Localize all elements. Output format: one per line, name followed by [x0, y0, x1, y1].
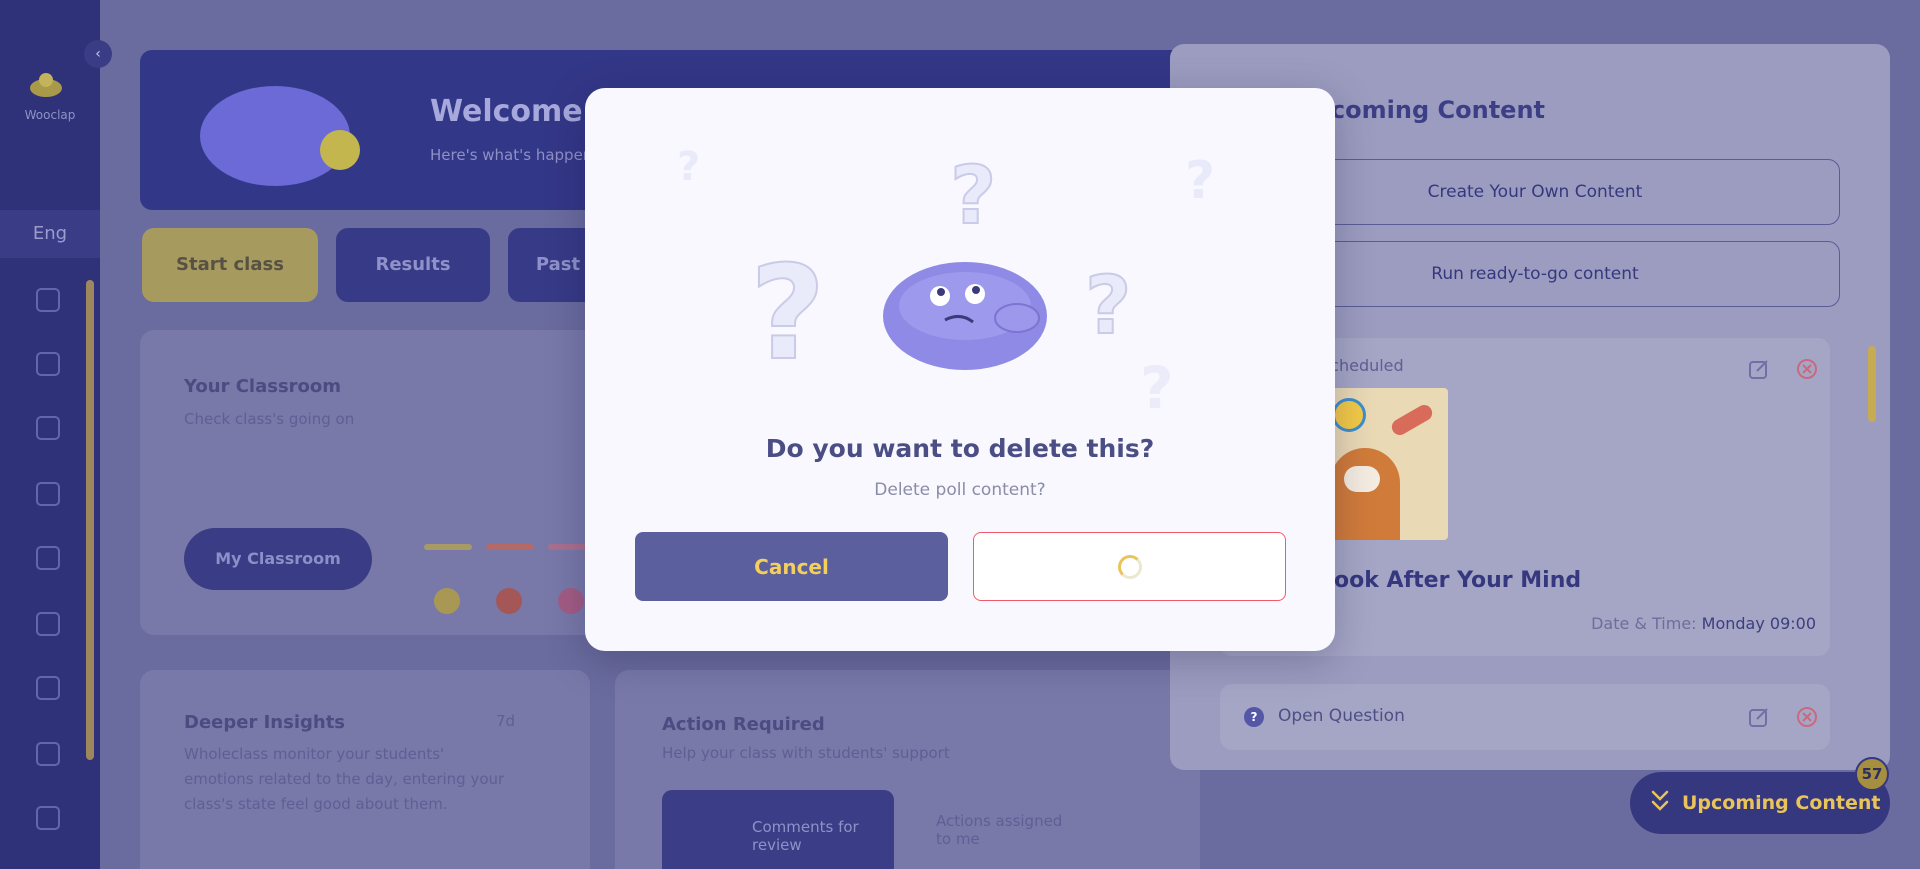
- tab-results[interactable]: Results: [336, 228, 490, 302]
- modal-title: Do you want to delete this?: [765, 434, 1155, 463]
- item-type-label: Open Question: [1278, 706, 1405, 726]
- nav-settings-icon[interactable]: [36, 806, 60, 830]
- sidebar-active-indicator: [86, 280, 94, 760]
- my-classroom-button[interactable]: My Classroom: [184, 528, 372, 590]
- brand-logo-icon[interactable]: [28, 70, 64, 98]
- upcoming-count-badge: 57: [1855, 757, 1889, 791]
- thumbnail-cloud: [1344, 466, 1380, 492]
- tab-start-class[interactable]: Start class: [142, 228, 318, 302]
- banner-planet-icon: [320, 130, 360, 170]
- chevrons-down-icon: [1651, 790, 1669, 811]
- blob-pupil: [937, 288, 945, 296]
- smiley-icon: [1332, 398, 1366, 432]
- modal-subtitle: Delete poll content?: [874, 480, 1046, 500]
- mood-bar: [486, 544, 534, 550]
- question-icon: ?: [1244, 707, 1264, 727]
- classroom-card-title: Your Classroom: [184, 376, 342, 397]
- question-mark-icon: ?: [1185, 151, 1215, 211]
- blob-pupil: [972, 286, 980, 294]
- brand-name: Wooclap: [24, 108, 76, 122]
- question-mark-icon: ?: [950, 149, 996, 242]
- loading-spinner-icon: [1118, 555, 1142, 579]
- nav-home-icon[interactable]: [36, 288, 60, 312]
- mood-bar: [424, 544, 472, 550]
- item-title: Look After Your Mind: [1320, 568, 1582, 593]
- comments-review-label: Comments for review: [752, 818, 859, 854]
- nav-reports-icon[interactable]: [36, 612, 60, 636]
- nav-messages-icon[interactable]: [36, 676, 60, 700]
- confused-blob-illustration: ? ? ? ? ? ?: [677, 144, 1215, 418]
- comments-review-box[interactable]: Comments for review: [662, 790, 894, 869]
- confirm-delete-button[interactable]: [973, 532, 1286, 601]
- action-card-title: Action Required: [662, 714, 825, 735]
- insights-card-body: Wholeclass monitor your students' emotio…: [184, 745, 505, 813]
- sidebar: Wooclap ‹ Eng: [0, 0, 112, 869]
- edit-icon[interactable]: [1748, 706, 1770, 728]
- item-datetime: Date & Time: Monday 09:00: [1591, 614, 1816, 633]
- nav-classes-icon[interactable]: [36, 352, 60, 376]
- classroom-card-subtitle: Check class's going on: [184, 410, 355, 428]
- actions-assigned-note: Actions assigned to me: [936, 812, 1063, 848]
- datetime-value: Monday 09:00: [1701, 614, 1816, 633]
- language-selector[interactable]: Eng: [0, 210, 100, 258]
- panel-scrollbar[interactable]: [1868, 346, 1876, 422]
- question-mark-icon: ?: [750, 237, 825, 389]
- nav-calendar-icon[interactable]: [36, 546, 60, 570]
- insights-card-title: Deeper Insights: [184, 712, 346, 733]
- upcoming-item-card[interactable]: ? Open Question: [1220, 684, 1830, 750]
- upcoming-content-toggle[interactable]: Upcoming Content: [1630, 772, 1890, 834]
- datetime-label: Date & Time:: [1591, 614, 1697, 633]
- insights-period-select[interactable]: 7d: [496, 712, 515, 730]
- question-mark-icon: ?: [1085, 259, 1131, 352]
- mood-angry-icon: [496, 588, 522, 614]
- question-mark-icon: ?: [1140, 354, 1174, 418]
- delete-icon[interactable]: [1796, 358, 1818, 380]
- mood-bar: [548, 544, 588, 550]
- nav-content-icon[interactable]: [36, 416, 60, 440]
- collapse-sidebar-icon[interactable]: ‹: [84, 40, 112, 68]
- thumbnail-head: [1330, 448, 1400, 540]
- action-card-subtitle: Help your class with students' support: [662, 744, 950, 762]
- delete-confirmation-modal: ? ? ? ? ? ? Do you want to delete this? …: [585, 88, 1335, 651]
- delete-icon[interactable]: [1796, 706, 1818, 728]
- blob-hand: [994, 303, 1040, 333]
- content-thumbnail: [1330, 388, 1448, 540]
- edit-icon[interactable]: [1748, 358, 1770, 380]
- thumbnail-arm: [1388, 402, 1436, 438]
- cancel-button[interactable]: Cancel: [635, 532, 948, 601]
- question-mark-icon: ?: [677, 144, 700, 190]
- nav-library-icon[interactable]: [36, 482, 60, 506]
- mood-sad-icon: [558, 588, 584, 614]
- mood-happy-icon: [434, 588, 460, 614]
- nav-help-icon[interactable]: [36, 742, 60, 766]
- upcoming-toggle-label: Upcoming Content: [1682, 792, 1881, 814]
